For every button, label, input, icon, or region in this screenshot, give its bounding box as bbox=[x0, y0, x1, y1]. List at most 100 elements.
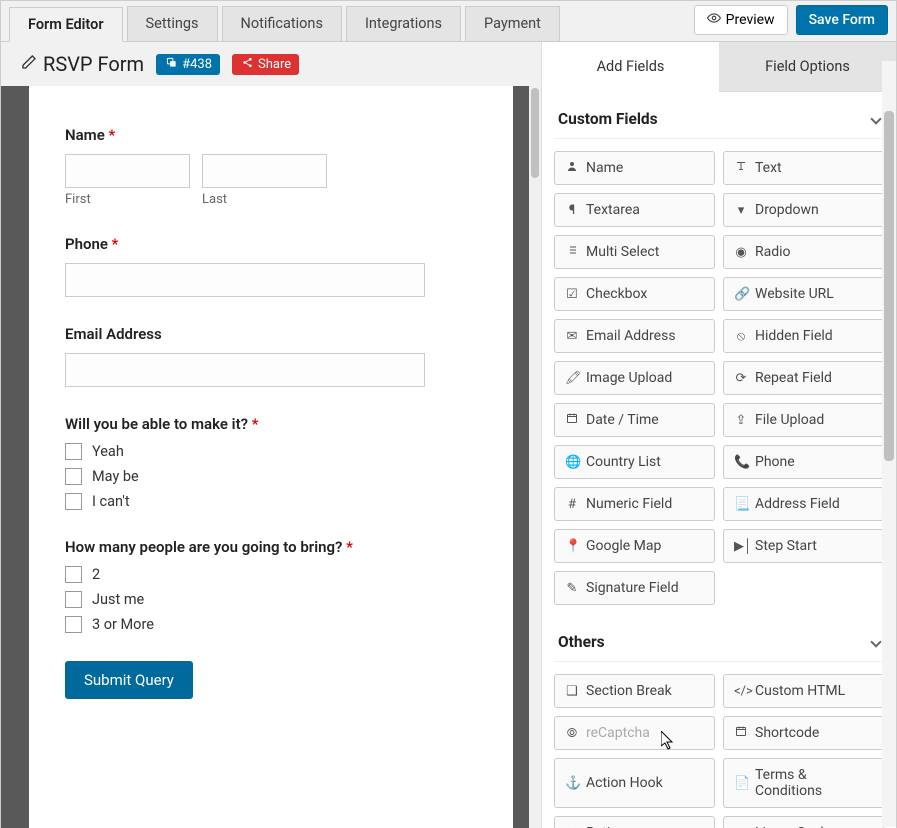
form-canvas: Name * First Last Phone * bbox=[1, 86, 541, 828]
tab-field-options[interactable]: Field Options bbox=[719, 42, 896, 92]
field-item-image-upload[interactable]: 🖍 Image Upload bbox=[554, 361, 715, 395]
option-yeah[interactable]: Yeah bbox=[65, 443, 477, 460]
field-item-terms-conditions[interactable]: 📄Terms & Conditions bbox=[723, 758, 884, 808]
field-item-google-map[interactable]: 📍Google Map bbox=[554, 529, 715, 563]
field-item-recaptcha: ⦾reCaptcha bbox=[554, 716, 715, 750]
preview-button[interactable]: Preview bbox=[694, 5, 788, 35]
field-item-ratings[interactable]: ★Ratings bbox=[554, 816, 715, 828]
share-button[interactable]: Share bbox=[232, 54, 299, 75]
field-item-label: Custom HTML bbox=[755, 683, 845, 699]
tab-integrations[interactable]: Integrations bbox=[346, 6, 461, 41]
field-item-country-list[interactable]: 🌐 Country List bbox=[554, 445, 715, 479]
field-item-linear-scale[interactable]: ⋯Linear Scale bbox=[723, 816, 884, 828]
field-item-label: Dropdown bbox=[755, 202, 819, 218]
input-email[interactable] bbox=[65, 353, 425, 387]
field-people: How many people are you going to bring? … bbox=[65, 538, 477, 633]
field-item-label: Numeric Field bbox=[586, 496, 672, 512]
label-attend: Will you be able to make it? * bbox=[65, 415, 477, 433]
option-justme[interactable]: Just me bbox=[65, 591, 477, 608]
field-item-label: Signature Field bbox=[586, 580, 679, 596]
tab-payment[interactable]: Payment bbox=[465, 6, 560, 41]
top-tabs: Form Editor Settings Notifications Integ… bbox=[9, 6, 694, 41]
option-3more[interactable]: 3 or More bbox=[65, 616, 477, 633]
pencil-icon bbox=[21, 54, 35, 74]
panel-scrollbar[interactable] bbox=[882, 61, 896, 827]
hook-icon: ⚓ bbox=[565, 776, 579, 791]
hash-icon: # bbox=[565, 497, 579, 512]
main: RSVP Form #438 Share Name * bbox=[1, 42, 896, 828]
field-item-shortcode[interactable]: Shortcode bbox=[723, 716, 884, 750]
group-custom-fields[interactable]: Custom Fields bbox=[554, 100, 884, 139]
field-item-numeric-field[interactable]: # Numeric Field bbox=[554, 487, 715, 521]
field-item-label: Name bbox=[586, 160, 623, 176]
field-item-label: Step Start bbox=[755, 538, 817, 554]
field-item-date-time[interactable]: Date / Time bbox=[554, 403, 715, 437]
globe-icon: 🌐 bbox=[565, 455, 579, 470]
tab-notifications[interactable]: Notifications bbox=[222, 6, 342, 41]
field-item-label: Image Upload bbox=[586, 370, 672, 386]
field-attend: Will you be able to make it? * Yeah May … bbox=[65, 415, 477, 510]
text-icon bbox=[734, 160, 748, 176]
label-people: How many people are you going to bring? … bbox=[65, 538, 477, 556]
field-item-phone[interactable]: 📞Phone bbox=[723, 445, 884, 479]
check-icon: ☑ bbox=[565, 287, 579, 302]
save-form-button[interactable]: Save Form bbox=[796, 5, 888, 35]
tab-add-fields[interactable]: Add Fields bbox=[542, 42, 719, 92]
recap-icon: ⦾ bbox=[565, 726, 579, 741]
field-item-email-address[interactable]: ✉Email Address bbox=[554, 319, 715, 353]
field-item-label: Date / Time bbox=[586, 412, 659, 428]
preview-label: Preview bbox=[726, 12, 775, 28]
img-icon: 🖍 bbox=[565, 371, 579, 386]
field-item-label: Radio bbox=[755, 244, 791, 260]
submit-button[interactable]: Submit Query bbox=[65, 661, 193, 699]
field-item-file-upload[interactable]: ⇪File Upload bbox=[723, 403, 884, 437]
cal-icon bbox=[565, 412, 579, 428]
form-title-text: RSVP Form bbox=[43, 52, 144, 76]
form-header: RSVP Form #438 Share bbox=[1, 42, 541, 86]
field-item-repeat-field[interactable]: ⟳Repeat Field bbox=[723, 361, 884, 395]
user-icon bbox=[565, 160, 579, 176]
sublabel-first: First bbox=[65, 192, 190, 207]
field-item-label: Website URL bbox=[755, 286, 834, 302]
field-item-section-break[interactable]: ❑Section Break bbox=[554, 674, 715, 708]
field-phone: Phone * bbox=[65, 235, 477, 297]
field-item-label: Country List bbox=[586, 454, 661, 470]
field-item-step-start[interactable]: ▶│Step Start bbox=[723, 529, 884, 563]
input-first-name[interactable] bbox=[65, 154, 190, 188]
field-item-label: Repeat Field bbox=[755, 370, 832, 386]
form-card: Name * First Last Phone * bbox=[29, 86, 513, 828]
form-id-badge[interactable]: #438 bbox=[156, 54, 220, 75]
field-item-radio[interactable]: ◉ Radio bbox=[723, 235, 884, 269]
chevron-down-icon bbox=[870, 113, 881, 124]
field-item-dropdown[interactable]: ▾Dropdown bbox=[723, 193, 884, 227]
field-item-hidden-field[interactable]: ⦸Hidden Field bbox=[723, 319, 884, 353]
label-phone: Phone * bbox=[65, 235, 477, 253]
field-item-action-hook[interactable]: ⚓Action Hook bbox=[554, 758, 715, 808]
up-icon: ⇪ bbox=[734, 413, 748, 428]
field-item-custom-html[interactable]: </>Custom HTML bbox=[723, 674, 884, 708]
field-item-label: Text bbox=[755, 160, 782, 176]
option-maybe[interactable]: May be bbox=[65, 468, 477, 485]
pin-icon: 📍 bbox=[565, 539, 579, 554]
group-others[interactable]: Others bbox=[554, 623, 884, 662]
field-item-multi-select[interactable]: Multi Select bbox=[554, 235, 715, 269]
tab-settings[interactable]: Settings bbox=[127, 6, 218, 41]
field-item-address-field[interactable]: 📃Address Field bbox=[723, 487, 884, 521]
input-phone[interactable] bbox=[65, 263, 425, 297]
option-cant[interactable]: I can't bbox=[65, 493, 477, 510]
field-item-signature-field[interactable]: ✎ Signature Field bbox=[554, 571, 715, 605]
field-item-checkbox[interactable]: ☑Checkbox bbox=[554, 277, 715, 311]
field-item-text[interactable]: Text bbox=[723, 151, 884, 185]
field-item-textarea[interactable]: ¶Textarea bbox=[554, 193, 715, 227]
field-item-name[interactable]: Name bbox=[554, 151, 715, 185]
option-2[interactable]: 2 bbox=[65, 566, 477, 583]
field-item-website-url[interactable]: 🔗Website URL bbox=[723, 277, 884, 311]
tab-form-editor[interactable]: Form Editor bbox=[9, 7, 123, 42]
canvas-scrollbar[interactable] bbox=[529, 86, 541, 828]
chevron-down-icon bbox=[870, 636, 881, 647]
pen-icon: ✎ bbox=[565, 581, 579, 596]
dot-icon: ◉ bbox=[734, 245, 748, 260]
phone-icon: 📞 bbox=[734, 455, 748, 470]
input-last-name[interactable] bbox=[202, 154, 327, 188]
field-item-label: Textarea bbox=[586, 202, 640, 218]
